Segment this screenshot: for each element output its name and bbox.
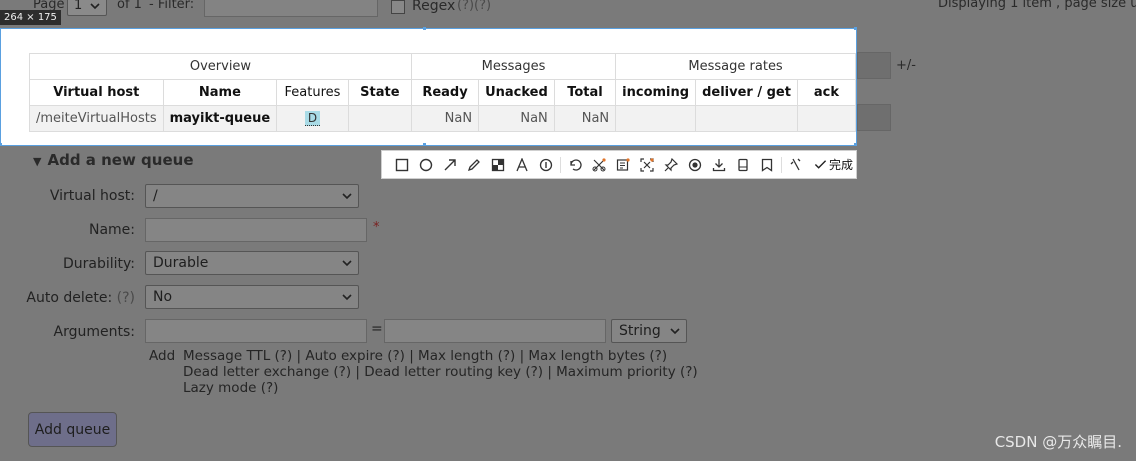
page-select-value: 1 xyxy=(74,0,83,13)
equals-sign: = xyxy=(371,321,383,337)
autodelete-select[interactable]: No xyxy=(145,285,359,309)
required-marker: * xyxy=(373,220,380,235)
durability-label: Durability: xyxy=(62,256,135,272)
row-incoming xyxy=(615,105,697,132)
circle-icon[interactable] xyxy=(414,153,438,177)
argument-hints-line-2[interactable]: Dead letter exchange (?) | Dead letter r… xyxy=(183,364,698,380)
add-queue-button[interactable]: Add queue xyxy=(28,412,117,447)
row-queue-name-link[interactable]: mayikt-queue xyxy=(162,105,278,132)
durability-select-value: Durable xyxy=(153,255,209,271)
group-messages: Messages xyxy=(410,53,617,80)
col-deliver-get[interactable]: deliver / get xyxy=(695,79,798,106)
pin-icon[interactable] xyxy=(659,153,683,177)
group-overview: Overview xyxy=(29,53,412,80)
chevron-down-icon xyxy=(342,260,352,267)
col-unacked[interactable]: Unacked xyxy=(478,79,555,106)
done-button[interactable]: 完成 xyxy=(814,156,853,173)
row-state xyxy=(347,105,412,132)
page-select[interactable]: 1 xyxy=(67,0,107,16)
argument-type-select[interactable]: String xyxy=(611,319,687,343)
name-input[interactable] xyxy=(145,218,367,242)
col-features: Features xyxy=(276,79,349,106)
scan-icon[interactable] xyxy=(635,153,659,177)
displaying-text: Displaying 1 item , page size u xyxy=(938,0,1136,11)
vhost-select-value: / xyxy=(153,188,158,204)
add-label: Add xyxy=(149,348,176,364)
text-icon[interactable] xyxy=(510,153,534,177)
regex-checkbox[interactable] xyxy=(391,0,405,14)
number-icon[interactable] xyxy=(534,153,558,177)
col-incoming[interactable]: incoming xyxy=(615,79,697,106)
ocr-icon[interactable] xyxy=(611,153,635,177)
screenshot-toolbar: 完成 xyxy=(381,150,857,179)
section-title: Add a new queue xyxy=(47,151,194,169)
regex-label: Regex xyxy=(412,0,456,14)
page-of-label: of 1 xyxy=(117,0,142,12)
row-ack xyxy=(796,105,857,132)
table-row[interactable]: /meiteVirtualHosts mayikt-queue D NaN Na… xyxy=(29,105,857,132)
add-queue-section-toggle[interactable]: ▼ Add a new queue xyxy=(33,151,194,169)
row-total: NaN xyxy=(553,105,617,132)
chevron-down-icon xyxy=(670,328,680,335)
autodelete-label: Auto delete: (?) xyxy=(0,290,135,306)
record-icon[interactable] xyxy=(683,153,707,177)
col-ack[interactable]: ack xyxy=(796,79,857,106)
pen-icon[interactable] xyxy=(462,153,486,177)
arguments-label: Arguments: xyxy=(53,324,135,340)
argument-value-input[interactable] xyxy=(384,319,606,343)
filter-label: - Filter: xyxy=(149,0,195,12)
argument-hints-line-1[interactable]: Message TTL (?) | Auto expire (?) | Max … xyxy=(183,348,667,364)
filter-input[interactable] xyxy=(204,0,378,17)
row-features: D xyxy=(276,105,349,132)
chevron-down-icon xyxy=(90,3,100,10)
save-icon[interactable] xyxy=(755,153,779,177)
argument-key-input[interactable] xyxy=(145,319,367,343)
argument-hints-line-3[interactable]: Lazy mode (?) xyxy=(183,380,278,396)
queues-table: Overview Messages Message rates Virtual … xyxy=(29,53,857,132)
row-ready: NaN xyxy=(410,105,480,132)
cancel-icon[interactable] xyxy=(784,153,808,177)
regex-help[interactable]: (?)(?) xyxy=(457,0,491,13)
col-state[interactable]: State xyxy=(347,79,412,106)
undo-icon[interactable] xyxy=(563,153,587,177)
autodelete-select-value: No xyxy=(153,289,173,305)
check-icon xyxy=(814,160,827,169)
capture-region[interactable]: Overview Messages Message rates Virtual … xyxy=(0,27,857,146)
long-screenshot-icon[interactable] xyxy=(731,153,755,177)
table-header-ext xyxy=(857,52,891,79)
vhost-label: Virtual host: xyxy=(49,188,135,204)
col-total[interactable]: Total xyxy=(553,79,617,106)
row-deliver-get xyxy=(695,105,798,132)
row-unacked: NaN xyxy=(478,105,555,132)
col-virtual-host[interactable]: Virtual host xyxy=(29,79,164,106)
autodelete-help[interactable]: (?) xyxy=(117,290,135,306)
triangle-down-icon: ▼ xyxy=(33,155,42,168)
mosaic-icon[interactable] xyxy=(486,153,510,177)
col-name[interactable]: Name xyxy=(162,79,278,106)
capture-size-badge: 264 × 175 xyxy=(0,10,61,25)
download-icon[interactable] xyxy=(707,153,731,177)
table-row-ext xyxy=(857,104,891,131)
group-message-rates: Message rates xyxy=(615,53,856,80)
durability-select[interactable]: Durable xyxy=(145,251,359,275)
arrow-icon[interactable] xyxy=(438,153,462,177)
durable-feature-badge: D xyxy=(304,111,321,126)
vhost-select[interactable]: / xyxy=(145,184,359,208)
name-label: Name: xyxy=(88,222,135,238)
argument-type-value: String xyxy=(619,323,661,339)
done-label: 完成 xyxy=(829,158,854,172)
col-ready[interactable]: Ready xyxy=(410,79,480,106)
columns-toggle[interactable]: +/- xyxy=(896,58,916,73)
watermark: CSDN @万众瞩目. xyxy=(994,433,1122,451)
row-vhost: /meiteVirtualHosts xyxy=(29,105,164,132)
rectangle-icon[interactable] xyxy=(390,153,414,177)
screenshot-icon[interactable] xyxy=(587,153,611,177)
autodelete-label-text: Auto delete: xyxy=(26,290,113,306)
chevron-down-icon xyxy=(342,294,352,301)
chevron-down-icon xyxy=(342,193,352,200)
